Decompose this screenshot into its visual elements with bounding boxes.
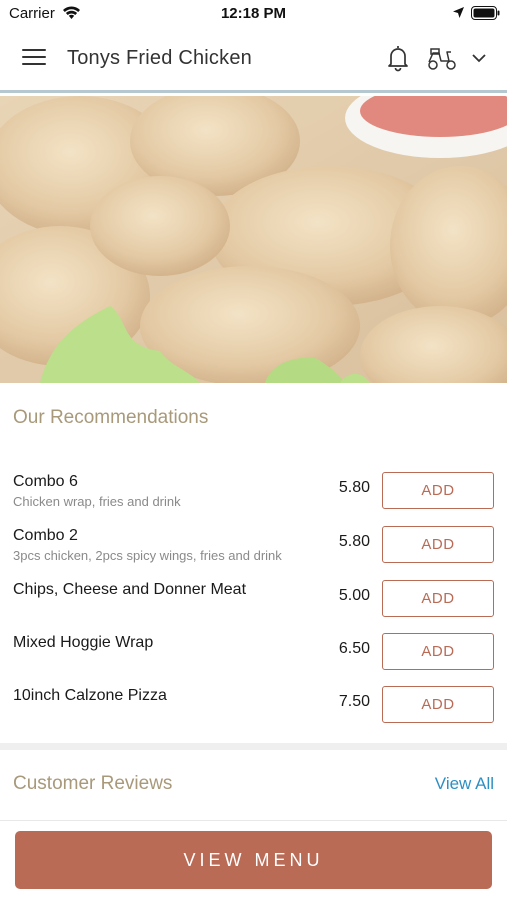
item-price: 5.80 [338,533,370,550]
bell-icon[interactable] [386,44,410,72]
battery-icon [471,6,500,20]
app-header: Tonys Fried Chicken [0,27,507,93]
delivery-scooter-icon[interactable] [427,47,457,71]
section-divider [0,743,507,750]
fried-chicken-photo [0,96,507,383]
view-menu-button[interactable]: VIEW MENU [15,831,492,889]
item-name: Combo 6 [13,473,78,490]
restaurant-title: Tonys Fried Chicken [67,47,252,69]
status-bar: Carrier 12:18 PM [0,0,507,27]
item-description: 3pcs chicken, 2pcs spicy wings, fries an… [13,548,282,563]
hamburger-menu-icon[interactable] [22,49,46,69]
chevron-down-icon[interactable] [471,52,487,64]
add-button[interactable]: ADD [382,633,494,670]
list-item: Mixed Hoggie Wrap 6.50 ADD [0,626,507,674]
customer-reviews-title: Customer Reviews [13,773,173,794]
list-item: Combo 2 3pcs chicken, 2pcs spicy wings, … [0,519,507,567]
footer-divider [0,820,507,821]
item-description: Chicken wrap, fries and drink [13,494,181,509]
list-item: 10inch Calzone Pizza 7.50 ADD [0,679,507,727]
add-button[interactable]: ADD [382,580,494,617]
list-item: Combo 6 Chicken wrap, fries and drink 5.… [0,465,507,513]
item-name: Combo 2 [13,527,78,544]
hero-food-image [0,96,507,383]
add-button[interactable]: ADD [382,686,494,723]
item-price: 5.00 [338,587,370,604]
recommendations-title: Our Recommendations [13,407,209,428]
item-name: Chips, Cheese and Donner Meat [13,581,247,598]
item-name: Mixed Hoggie Wrap [13,634,154,651]
list-item: Chips, Cheese and Donner Meat 5.00 ADD [0,573,507,621]
item-name: 10inch Calzone Pizza [13,687,167,704]
item-price: 5.80 [338,479,370,496]
item-price: 6.50 [338,640,370,657]
view-all-reviews-link[interactable]: View All [435,774,494,794]
add-button[interactable]: ADD [382,472,494,509]
item-price: 7.50 [338,693,370,710]
add-button[interactable]: ADD [382,526,494,563]
status-time: 12:18 PM [220,5,287,22]
location-arrow-icon [453,7,464,18]
